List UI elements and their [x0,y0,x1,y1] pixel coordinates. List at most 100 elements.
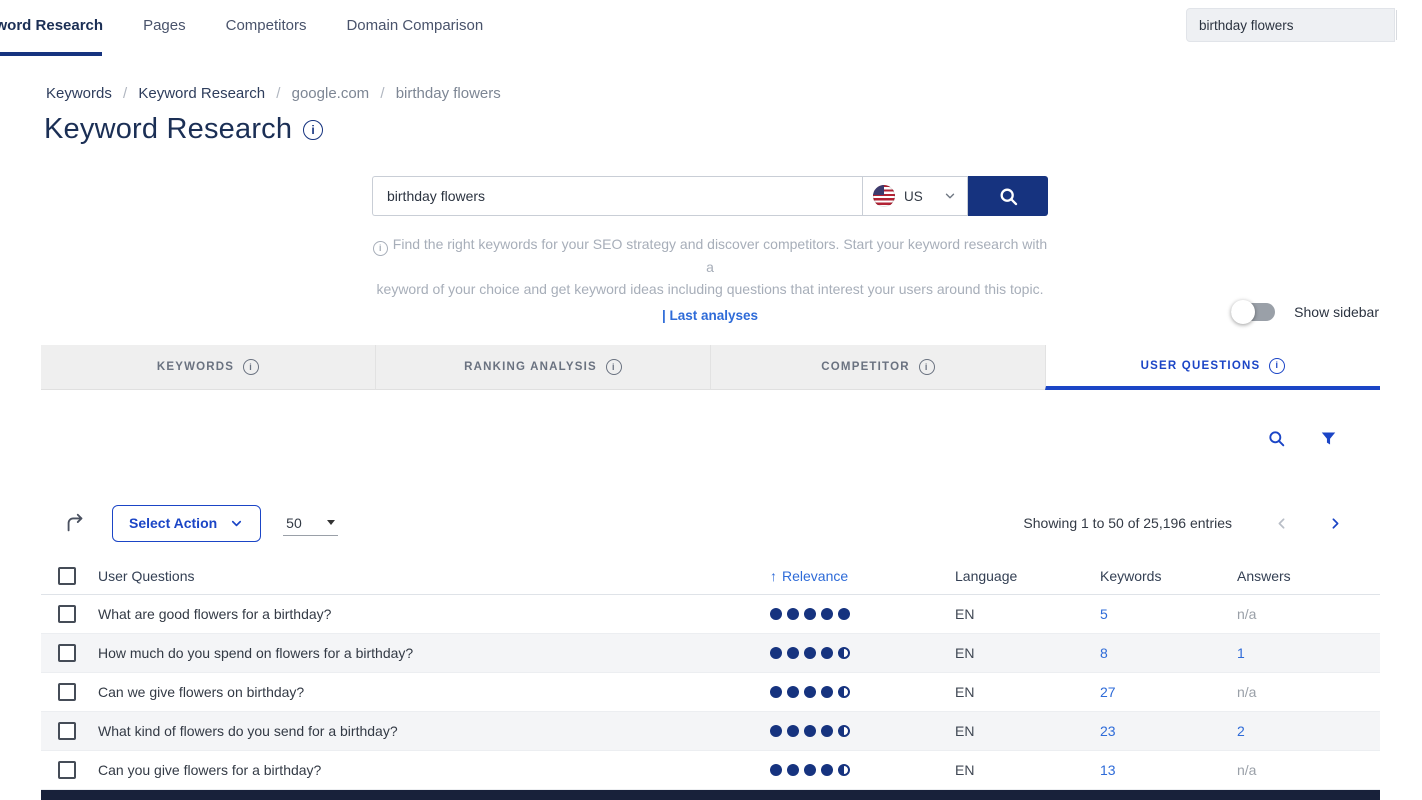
row-checkbox[interactable] [58,605,76,623]
answers-value[interactable]: 2 [1237,723,1380,739]
relevance-dot [804,608,816,620]
chevron-right-icon[interactable] [1327,515,1344,532]
row-checkbox[interactable] [58,761,76,779]
col-user-questions[interactable]: User Questions [82,568,770,584]
table-row: What are good flowers for a birthday? EN… [41,595,1380,634]
col-answers[interactable]: Answers [1237,568,1380,584]
keywords-count-link[interactable]: 27 [1100,684,1116,700]
table-search-icon[interactable] [1267,429,1286,448]
helper-line-1: Find the right keywords for your SEO str… [393,236,1047,275]
page-title-text: Keyword Research [44,113,292,146]
top-navigation: Keyword Research Pages Competitors Domai… [0,0,1422,58]
divider [1396,10,1397,40]
breadcrumb-domain[interactable]: google.com [292,85,370,102]
nav-item-domain-comparison[interactable]: Domain Comparison [346,17,483,34]
select-action-label: Select Action [129,515,217,531]
panel-tools [1267,429,1337,448]
relevance-dot [821,725,833,737]
table-row: Can you give flowers for a birthday? EN … [41,751,1380,790]
breadcrumb: Keywords / Keyword Research / google.com… [46,85,501,102]
show-sidebar-label: Show sidebar [1294,304,1379,320]
question-text: How much do you spend on flowers for a b… [82,645,770,661]
show-sidebar-toggle[interactable] [1231,303,1275,321]
language-value: EN [955,762,1100,778]
results-panel: KEYWORDS RANKING ANALYSIS COMPETITOR USE… [41,345,1380,800]
relevance-dot [770,608,782,620]
breadcrumb-separator: / [276,85,280,102]
relevance-dot [787,608,799,620]
breadcrumb-keyword-research[interactable]: Keyword Research [138,85,265,102]
last-analyses-link[interactable]: | Last analyses [372,308,1048,323]
relevance-dot [804,647,816,659]
keyword-search-area: US Find the right keywords for your SEO … [372,176,1048,323]
helper-line-2: keyword of your choice and get keyword i… [377,281,1044,297]
keyword-input[interactable] [372,176,862,216]
relevance-dot [770,686,782,698]
row-checkbox[interactable] [58,644,76,662]
relevance-dot [770,764,782,776]
nav-items: Keyword Research Pages Competitors Domai… [0,0,483,50]
answers-value: n/a [1237,684,1380,700]
keywords-count-link[interactable]: 5 [1100,606,1108,622]
select-all-checkbox[interactable] [58,567,76,585]
nav-item-competitors[interactable]: Competitors [226,17,307,34]
tab-competitor[interactable]: COMPETITOR [710,345,1045,390]
language-value: EN [955,606,1100,622]
info-icon[interactable] [243,359,259,375]
sort-asc-icon: ↑ [770,568,777,584]
tab-keywords[interactable]: KEYWORDS [41,345,375,390]
table-body: What are good flowers for a birthday? EN… [41,595,1380,790]
chevron-down-icon [229,516,244,531]
country-selector[interactable]: US [862,176,968,216]
col-language[interactable]: Language [955,568,1100,584]
filter-icon[interactable] [1320,430,1337,447]
showing-entries-text: Showing 1 to 50 of 25,196 entries [1023,515,1232,531]
info-icon[interactable] [606,359,622,375]
keywords-count-link[interactable]: 23 [1100,723,1116,739]
search-icon [998,186,1019,207]
language-value: EN [955,723,1100,739]
info-icon[interactable] [1269,358,1285,374]
page-title: Keyword Research [44,113,323,146]
col-keywords[interactable]: Keywords [1100,568,1237,584]
row-checkbox[interactable] [58,683,76,701]
tab-competitor-label: COMPETITOR [821,361,909,373]
tab-ranking-analysis-label: RANKING ANALYSIS [464,361,597,373]
breadcrumb-keywords[interactable]: Keywords [46,85,112,102]
relevance-dot [787,725,799,737]
relevance-dots [770,686,850,698]
tab-user-questions[interactable]: USER QUESTIONS [1045,345,1380,390]
select-action-button[interactable]: Select Action [112,505,261,542]
row-checkbox[interactable] [58,722,76,740]
export-icon[interactable] [64,512,86,534]
keyword-research-page: Keyword Research Pages Competitors Domai… [0,0,1422,800]
page-size-value: 50 [286,515,302,531]
chevron-left-icon[interactable] [1273,515,1290,532]
relevance-dots [770,725,850,737]
keywords-count-link[interactable]: 8 [1100,645,1108,661]
relevance-dot [770,725,782,737]
relevance-dots [770,764,850,776]
breadcrumb-keyword[interactable]: birthday flowers [396,85,501,102]
relevance-dots [770,647,850,659]
nav-item-pages[interactable]: Pages [143,17,186,34]
chevron-down-icon [943,189,957,203]
relevance-dot [821,647,833,659]
topnav-search-input[interactable] [1186,8,1395,42]
table-row: How much do you spend on flowers for a b… [41,634,1380,673]
question-text: What kind of flowers do you send for a b… [82,723,770,739]
col-relevance[interactable]: ↑ Relevance [770,568,955,584]
relevance-dot [838,647,850,659]
info-icon[interactable] [919,359,935,375]
relevance-dot [821,764,833,776]
info-icon[interactable] [303,120,323,140]
relevance-dots [770,608,850,620]
language-value: EN [955,684,1100,700]
nav-item-keyword-research[interactable]: Keyword Research [0,17,103,34]
search-button[interactable] [968,176,1048,216]
page-size-select[interactable]: 50 [283,510,338,536]
keywords-count-link[interactable]: 13 [1100,762,1116,778]
answers-value[interactable]: 1 [1237,645,1380,661]
tab-ranking-analysis[interactable]: RANKING ANALYSIS [375,345,710,390]
table-row: Can we give flowers on birthday? EN 27 n… [41,673,1380,712]
